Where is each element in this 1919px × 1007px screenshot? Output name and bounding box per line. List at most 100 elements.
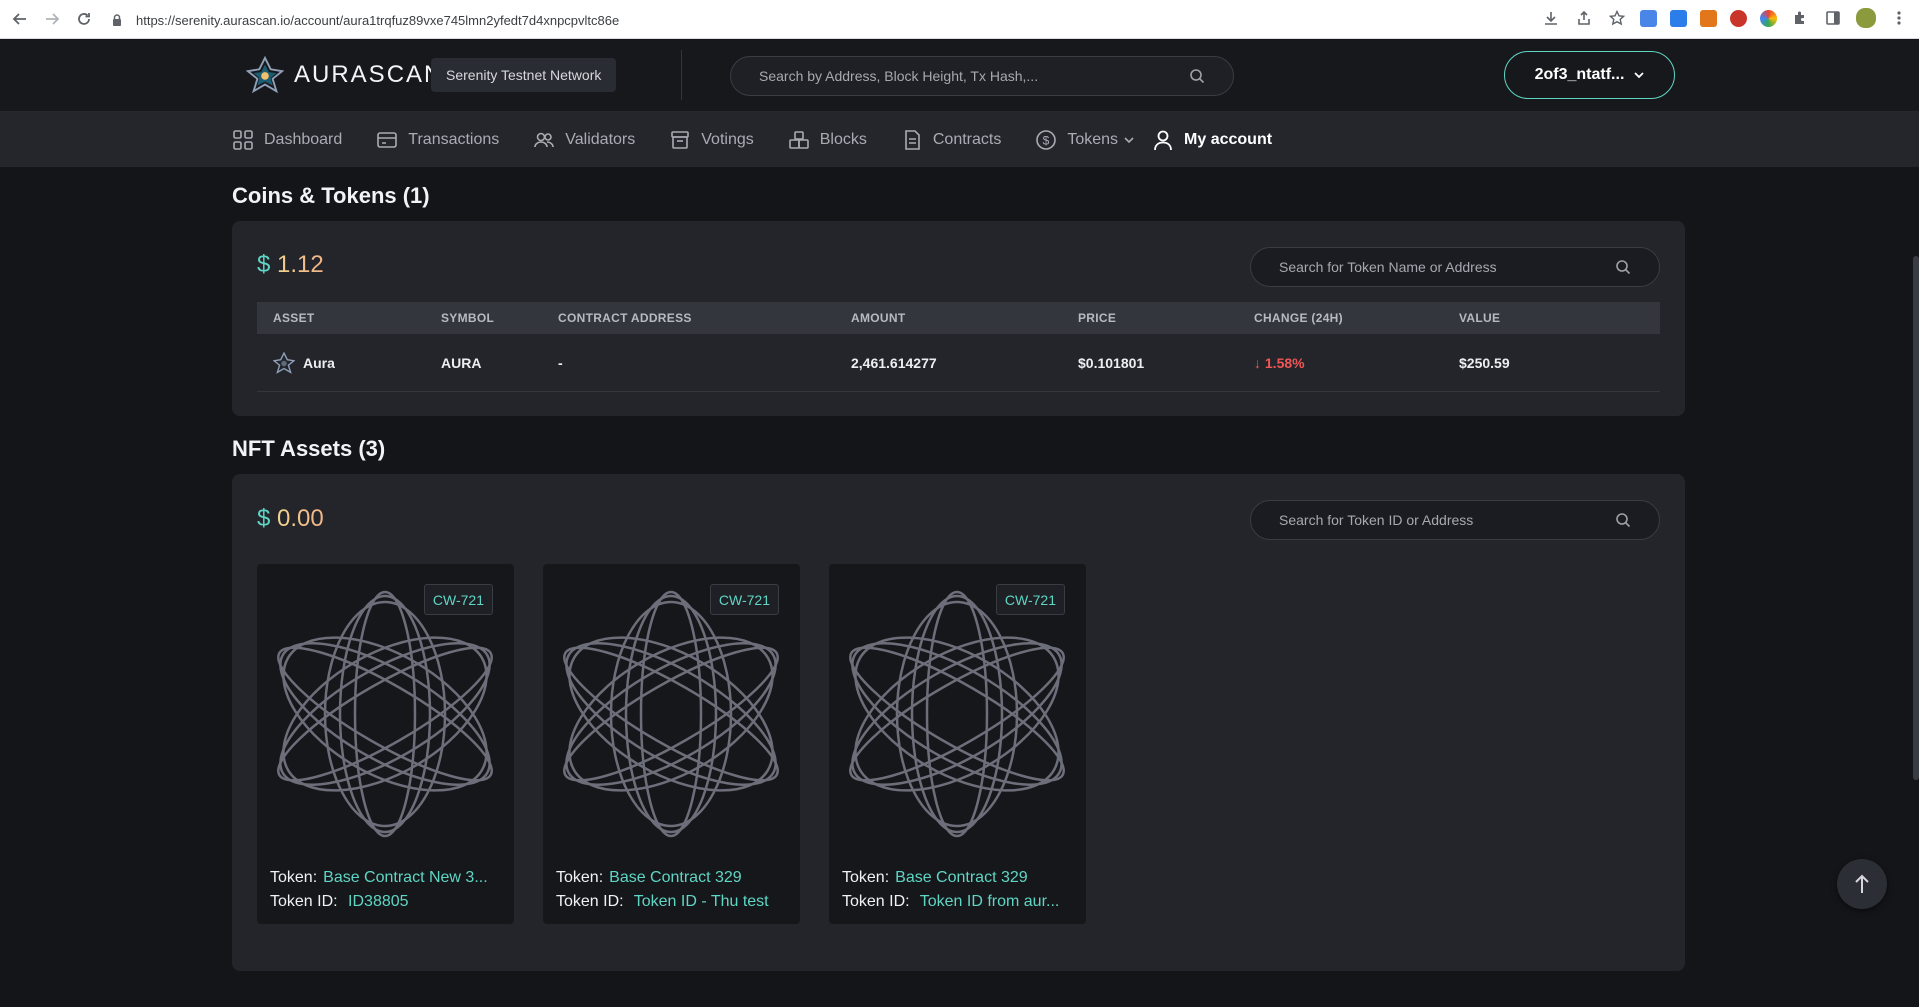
extensions-puzzle-icon[interactable]	[1790, 8, 1810, 28]
nav-label: My account	[1184, 130, 1273, 148]
logo-text: AURASCAN	[294, 61, 444, 88]
transactions-icon	[377, 131, 398, 148]
aurascan-logo[interactable]: AURASCAN	[246, 56, 443, 94]
column-header[interactable]: VALUE	[1459, 311, 1609, 325]
token-id-link[interactable]: Token ID from aur...	[920, 893, 1060, 910]
nft-card[interactable]: CW-721 Token: Base Contract 329 Token ID:…	[829, 564, 1086, 924]
table-row[interactable]: Aura AURA - 2,461.614277 $0.101801 ↓ 1.5…	[257, 334, 1660, 392]
wallet-label: 2of3_ntatf...	[1534, 66, 1625, 83]
reload-icon[interactable]	[72, 7, 96, 31]
nav-item-validators[interactable]: Validators	[533, 129, 635, 151]
column-header[interactable]: ASSET	[257, 311, 441, 325]
token-id-label: Token ID:	[270, 893, 338, 910]
column-header[interactable]: SYMBOL	[441, 311, 558, 325]
translate-extension-icon[interactable]	[1640, 9, 1657, 27]
nft-image[interactable]	[268, 584, 503, 844]
download-icon[interactable]	[1541, 8, 1561, 28]
scroll-to-top-button[interactable]	[1837, 859, 1887, 909]
forward-icon[interactable]	[40, 7, 64, 31]
site-header: AURASCAN Serenity Testnet Network 2of3_n…	[0, 40, 1919, 112]
back-icon[interactable]	[8, 7, 32, 31]
token-id-link[interactable]: Token ID - Thu test	[634, 893, 769, 910]
nft-standard-badge: CW-721	[995, 584, 1065, 615]
votings-icon	[671, 130, 690, 149]
tokens-icon: $	[1036, 129, 1057, 150]
nav-label: Tokens	[1067, 130, 1119, 148]
nav-item-transactions[interactable]: Transactions	[376, 129, 499, 151]
contract-address: -	[558, 354, 563, 371]
token-search[interactable]	[1250, 247, 1660, 287]
search-icon[interactable]	[1189, 68, 1205, 84]
nft-card[interactable]: CW-721 Token: Base Contract 329 Token ID:…	[543, 564, 800, 924]
search-icon[interactable]	[1615, 512, 1631, 528]
nav-label: Transactions	[408, 130, 500, 148]
nft-card[interactable]: CW-721 Token: Base Contract New 3... Toke…	[257, 564, 514, 924]
nav-item-my-account[interactable]: My account	[1152, 129, 1272, 151]
nav-label: Blocks	[819, 130, 867, 148]
nav-item-blocks[interactable]: Blocks	[788, 129, 867, 151]
validators-icon	[534, 132, 555, 147]
nav-item-contracts[interactable]: Contracts	[901, 129, 1001, 151]
nav-item-votings[interactable]: Votings	[669, 129, 754, 151]
blocks-icon	[788, 130, 809, 149]
aura-token-icon	[273, 351, 295, 374]
coins-section-title: Coins & Tokens (1)	[232, 183, 430, 208]
wallet-button[interactable]: 2of3_ntatf...	[1504, 51, 1675, 99]
bookmark-star-icon[interactable]	[1607, 8, 1627, 28]
nav-item-dashboard[interactable]: Dashboard	[232, 129, 342, 151]
global-search-input[interactable]	[759, 68, 1189, 84]
arrow-down-icon: ↓	[1254, 354, 1261, 371]
page-scrollbar[interactable]	[1913, 256, 1919, 780]
token-id-link[interactable]: ID38805	[348, 893, 409, 910]
menu-dots-icon[interactable]	[1889, 8, 1909, 28]
nft-section-title: NFT Assets (3)	[232, 436, 386, 461]
nav-label: Contracts	[932, 130, 1002, 148]
aura-logo-icon	[246, 56, 284, 94]
svg-text:$: $	[1043, 133, 1050, 147]
asset-name[interactable]: Aura	[303, 355, 335, 371]
token-search-input[interactable]	[1279, 259, 1615, 275]
asset-value: $250.59	[1459, 354, 1510, 371]
token-contract-link[interactable]: Base Contract 329	[609, 869, 742, 886]
nav-label: Dashboard	[264, 130, 343, 148]
browser-toolbar: https://serenity.aurascan.io/account/aur…	[0, 0, 1919, 39]
token-contract-link[interactable]: Base Contract New 3...	[323, 869, 488, 886]
lock-icon	[113, 14, 121, 26]
contracts-icon	[905, 129, 920, 150]
currency-symbol: $	[257, 251, 271, 278]
column-header[interactable]: PRICE	[1078, 311, 1254, 325]
record-extension-icon[interactable]	[1730, 9, 1747, 27]
metamask-extension-icon[interactable]	[1700, 9, 1717, 27]
nft-search-input[interactable]	[1279, 512, 1615, 528]
nft-total: $ 0.00	[257, 505, 324, 533]
nft-standard-badge: CW-721	[709, 584, 779, 615]
nav-item-tokens[interactable]: $ Tokens	[1035, 129, 1134, 151]
main-nav: Dashboard Transactions Validators Voting…	[0, 112, 1919, 167]
column-header[interactable]: CONTRACT ADDRESS	[558, 311, 851, 325]
color-extension-icon[interactable]	[1760, 9, 1777, 27]
header-divider	[681, 50, 682, 100]
k-extension-icon[interactable]	[1670, 9, 1687, 27]
chevron-down-icon	[1634, 72, 1645, 79]
side-panel-icon[interactable]	[1823, 8, 1843, 28]
column-header[interactable]: AMOUNT	[851, 311, 1078, 325]
column-header[interactable]: CHANGE (24H)	[1254, 311, 1459, 325]
nav-label: Votings	[701, 130, 754, 148]
share-icon[interactable]	[1574, 8, 1594, 28]
arrow-up-icon	[1855, 874, 1869, 893]
nft-card-container: $ 0.00 CW-721 Token: Base Contract New 3.…	[232, 474, 1685, 971]
nft-image[interactable]	[840, 584, 1075, 844]
token-label: Token:	[842, 869, 890, 886]
global-search[interactable]	[730, 56, 1234, 96]
nft-image[interactable]	[554, 584, 789, 844]
coins-card: $ 1.12 ASSET SYMBOL CONTRACT ADDRESS AMO…	[232, 221, 1685, 416]
search-icon[interactable]	[1615, 259, 1631, 275]
profile-avatar[interactable]	[1856, 8, 1876, 28]
dashboard-icon	[233, 129, 253, 150]
nft-search[interactable]	[1250, 500, 1660, 540]
token-contract-link[interactable]: Base Contract 329	[895, 869, 1028, 886]
url-text: https://serenity.aurascan.io/account/aur…	[136, 12, 620, 28]
address-bar[interactable]: https://serenity.aurascan.io/account/aur…	[110, 6, 1520, 34]
network-badge[interactable]: Serenity Testnet Network	[431, 58, 617, 92]
user-icon	[1154, 130, 1172, 150]
